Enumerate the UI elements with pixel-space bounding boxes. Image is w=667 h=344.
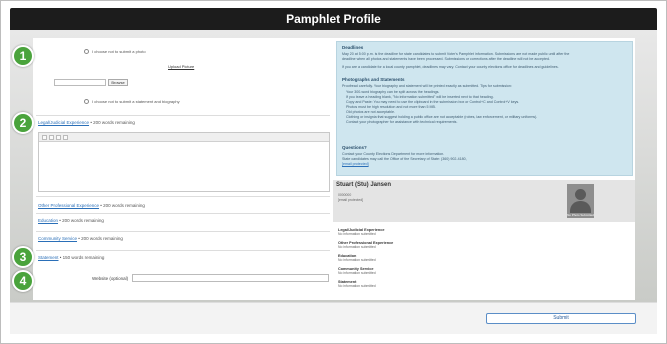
- upload-picture-link[interactable]: Upload Picture: [168, 64, 194, 69]
- callout-4-icon: 4: [12, 270, 34, 292]
- tip-item: Clothing or insignia that suggest holdin…: [346, 115, 538, 119]
- preview-section-value: No information submitted: [338, 258, 376, 262]
- preview-section-value: No information submitted: [338, 245, 376, 249]
- window-title: Pamphlet Profile: [10, 8, 657, 30]
- questions-heading: Questions?: [342, 145, 367, 150]
- statement-link[interactable]: Statement: [38, 255, 59, 260]
- photos-heading: Photographs and Statements: [342, 77, 405, 82]
- section-statement: Statement • 150 words remaining: [36, 250, 330, 264]
- callout-2-icon: 2: [12, 112, 34, 134]
- legal-remaining: • 200 words remaining: [90, 120, 135, 125]
- underline-icon[interactable]: [56, 135, 61, 140]
- photos-intro: Proofread carefully. Your biography and …: [342, 84, 512, 88]
- community-remaining: • 200 words remaining: [78, 236, 123, 241]
- other-experience-link[interactable]: Other Professional Experience: [38, 203, 99, 208]
- no-statement-label: I choose not to submit a statement and b…: [92, 99, 180, 104]
- candidate-line-1: 0000000: [338, 193, 352, 197]
- candidate-name: Stuart (Stu) Jansen: [336, 182, 392, 188]
- list-icon[interactable]: [63, 135, 68, 140]
- deadlines-heading: Deadlines: [342, 45, 364, 50]
- section-education: Education • 200 words remaining: [36, 213, 330, 227]
- questions-text-1: Contact your County Elections Department…: [342, 152, 445, 156]
- preview-section-value: No information submitted: [338, 271, 376, 275]
- callout-3-icon: 3: [12, 246, 34, 268]
- browse-button[interactable]: Browse: [108, 79, 128, 86]
- avatar-shoulders: [570, 201, 591, 213]
- avatar-head: [575, 189, 586, 200]
- tip-item: If you leave a heading blank, "No inform…: [346, 95, 494, 99]
- section-community: Community Service • 200 words remaining: [36, 231, 330, 245]
- legal-experience-link[interactable]: Legal/Judicial Experience: [38, 120, 89, 125]
- no-photo-caption: No Photo Submitted: [567, 213, 594, 217]
- website-input[interactable]: [132, 274, 329, 282]
- no-photo-radio[interactable]: [84, 49, 89, 54]
- preview-section-value: No information submitted: [338, 232, 376, 236]
- website-label: Website (optional): [92, 276, 129, 281]
- tip-item: Old photos are not acceptable.: [346, 110, 395, 114]
- deadlines-text-2: deadline when all photos and statements …: [342, 57, 550, 61]
- submit-button[interactable]: Submit: [486, 313, 636, 324]
- info-content: Deadlines May 20 at 5:00 p.m. is the dea…: [336, 41, 633, 176]
- photo-file-input[interactable]: [54, 79, 106, 86]
- callout-1-icon: 1: [12, 45, 34, 67]
- tip-item: Photos must be high resolution and not m…: [346, 105, 436, 109]
- education-link[interactable]: Education: [38, 218, 58, 223]
- tip-item: Copy and Paste: You may need to use the …: [346, 100, 520, 104]
- questions-email-link[interactable]: [email protected]: [342, 162, 369, 166]
- preview-section-value: No information submitted: [338, 284, 376, 288]
- legal-text-editor[interactable]: [38, 132, 330, 192]
- editor-toolbar: [39, 133, 329, 142]
- candidate-line-2: [email protected]: [338, 198, 364, 202]
- other-remaining: • 200 words remaining: [100, 203, 145, 208]
- tip-item: Contact your photographer for assistance…: [346, 120, 458, 124]
- no-photo-label: I choose not to submit a photo: [92, 49, 146, 54]
- no-statement-radio[interactable]: [84, 99, 89, 104]
- statement-remaining: • 150 words remaining: [59, 255, 105, 260]
- education-remaining: • 200 words remaining: [59, 218, 104, 223]
- deadlines-text-3: If you are a candidate for a local count…: [342, 65, 559, 69]
- italic-icon[interactable]: [49, 135, 54, 140]
- section-other: Other Professional Experience • 200 word…: [36, 196, 330, 212]
- deadlines-text-1: May 20 at 5:00 p.m. is the deadline for …: [342, 52, 570, 56]
- tip-item: Your 300-word biography can be split acr…: [346, 90, 440, 94]
- questions-text-2: State candidates may call the Office of …: [342, 157, 467, 161]
- community-service-link[interactable]: Community Service: [38, 236, 77, 241]
- bold-icon[interactable]: [42, 135, 47, 140]
- no-photo-avatar: No Photo Submitted: [567, 184, 594, 218]
- section-legal: Legal/Judicial Experience • 200 words re…: [36, 115, 330, 129]
